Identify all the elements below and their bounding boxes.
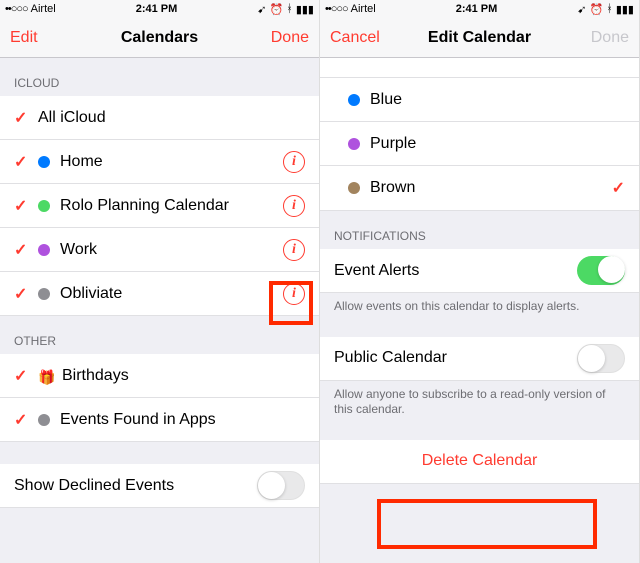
check-icon: ✓: [14, 284, 34, 304]
check-icon: ✓: [612, 178, 625, 198]
color-label: Purple: [370, 135, 625, 153]
event-alerts-footer: Allow events on this calendar to display…: [320, 293, 639, 325]
info-icon[interactable]: i: [283, 195, 305, 217]
screen-edit-calendar: ••○○○ Airtel 2:41 PM ➹ ⏰ ᚼ ▮▮▮ Cancel Ed…: [320, 0, 640, 563]
show-declined-label: Show Declined Events: [14, 477, 257, 495]
calendar-label: Rolo Planning Calendar: [60, 197, 283, 215]
nav-bar: Cancel Edit Calendar Done: [320, 18, 639, 58]
section-header-icloud: ICLOUD: [0, 58, 319, 96]
show-declined-toggle[interactable]: [257, 471, 305, 500]
public-calendar-toggle[interactable]: [577, 344, 625, 373]
section-header-other: OTHER: [0, 316, 319, 354]
status-icons: ➹ ⏰ ᚼ ▮▮▮: [257, 3, 314, 16]
nav-bar: Edit Calendars Done: [0, 18, 319, 58]
calendar-row-rolo[interactable]: ✓ Rolo Planning Calendar i: [0, 184, 319, 228]
nav-title: Edit Calendar: [390, 29, 569, 47]
info-icon[interactable]: i: [283, 239, 305, 261]
event-alerts-toggle[interactable]: [577, 256, 625, 285]
color-dot: [38, 156, 50, 168]
calendar-row-obliviate[interactable]: ✓ Obliviate i: [0, 272, 319, 316]
color-dot: [348, 94, 360, 106]
event-alerts-label: Event Alerts: [334, 262, 577, 280]
bluetooth-icon: ᚼ: [606, 3, 613, 15]
color-dot: [38, 414, 50, 426]
delete-calendar-label: Delete Calendar: [422, 452, 538, 470]
check-icon: ✓: [14, 108, 34, 128]
delete-calendar-button[interactable]: Delete Calendar: [320, 440, 639, 484]
color-label: Blue: [370, 91, 625, 109]
check-icon: ✓: [14, 196, 34, 216]
check-icon: ✓: [14, 366, 34, 386]
calendar-row-events-in-apps[interactable]: ✓ Events Found in Apps: [0, 398, 319, 442]
section-header-notifications: NOTIFICATIONS: [320, 211, 639, 249]
status-bar: ••○○○ Airtel 2:41 PM ➹ ⏰ ᚼ ▮▮▮: [320, 0, 639, 18]
clock: 2:41 PM: [456, 3, 498, 15]
calendar-label: Events Found in Apps: [60, 411, 305, 429]
cancel-button[interactable]: Cancel: [330, 29, 390, 47]
location-icon: ➹: [577, 3, 586, 16]
signal-dots: ••○○○: [325, 3, 348, 15]
done-button-disabled: Done: [569, 29, 629, 47]
location-icon: ➹: [257, 3, 266, 16]
gift-icon: 🎁: [38, 369, 52, 383]
signal-dots: ••○○○: [5, 3, 28, 15]
color-dot: [348, 138, 360, 150]
carrier: Airtel: [31, 3, 56, 15]
alarm-icon: ⏰: [270, 3, 284, 16]
calendar-row-work[interactable]: ✓ Work i: [0, 228, 319, 272]
event-alerts-row[interactable]: Event Alerts: [320, 249, 639, 293]
public-calendar-label: Public Calendar: [334, 349, 577, 367]
check-icon: ✓: [14, 410, 34, 430]
alarm-icon: ⏰: [590, 3, 604, 16]
check-icon: ✓: [14, 152, 34, 172]
public-calendar-footer: Allow anyone to subscribe to a read-only…: [320, 381, 639, 428]
color-dot: [38, 244, 50, 256]
calendar-row-home[interactable]: ✓ Home i: [0, 140, 319, 184]
color-row-brown[interactable]: Brown ✓: [320, 166, 639, 210]
color-label: Brown: [370, 179, 612, 197]
screen-calendars: ••○○○ Airtel 2:41 PM ➹ ⏰ ᚼ ▮▮▮ Edit Cale…: [0, 0, 320, 563]
battery-icon: ▮▮▮: [296, 3, 314, 16]
info-icon[interactable]: i: [283, 283, 305, 305]
show-declined-row[interactable]: Show Declined Events: [0, 464, 319, 508]
calendar-label: All iCloud: [38, 109, 305, 127]
color-row-purple[interactable]: Purple: [320, 122, 639, 166]
color-row-blue[interactable]: Blue: [320, 78, 639, 122]
info-icon[interactable]: i: [283, 151, 305, 173]
color-dot: [38, 200, 50, 212]
calendar-label: Birthdays: [62, 367, 305, 385]
check-icon: ✓: [14, 240, 34, 260]
color-dot: [348, 182, 360, 194]
edit-button[interactable]: Edit: [10, 29, 70, 47]
color-dot: [38, 288, 50, 300]
color-row-cut[interactable]: [320, 58, 639, 78]
calendar-row-all-icloud[interactable]: ✓ All iCloud: [0, 96, 319, 140]
public-calendar-row[interactable]: Public Calendar: [320, 337, 639, 381]
calendar-label: Obliviate: [60, 285, 283, 303]
carrier: Airtel: [351, 3, 376, 15]
calendar-row-birthdays[interactable]: ✓ 🎁 Birthdays: [0, 354, 319, 398]
calendar-label: Work: [60, 241, 283, 259]
battery-icon: ▮▮▮: [616, 3, 634, 16]
nav-title: Calendars: [70, 29, 249, 47]
done-button[interactable]: Done: [249, 29, 309, 47]
calendar-label: Home: [60, 153, 283, 171]
clock: 2:41 PM: [136, 3, 178, 15]
status-bar: ••○○○ Airtel 2:41 PM ➹ ⏰ ᚼ ▮▮▮: [0, 0, 319, 18]
bluetooth-icon: ᚼ: [286, 3, 293, 15]
status-icons: ➹ ⏰ ᚼ ▮▮▮: [577, 3, 634, 16]
